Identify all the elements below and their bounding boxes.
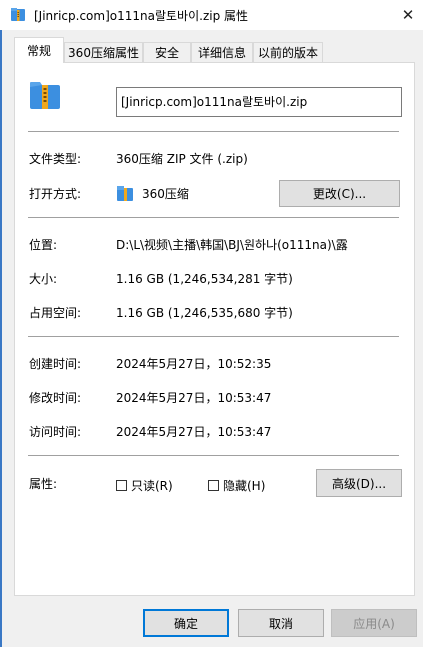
- close-button[interactable]: ✕: [393, 0, 423, 30]
- file-name-input[interactable]: [Jinricp.com]o111na랄토바이.zip: [116, 87, 402, 117]
- separator: [28, 217, 399, 218]
- location-label: 位置:: [29, 238, 58, 252]
- size-on-disk-label: 占用空间:: [29, 306, 82, 320]
- apply-button-label: 应用(A): [353, 616, 395, 631]
- general-tab-panel: [14, 62, 415, 596]
- tab-360-zip-properties[interactable]: 360压缩属性: [64, 42, 143, 62]
- 360-zip-app-icon: [117, 186, 133, 201]
- ok-button[interactable]: 确定: [143, 609, 229, 637]
- separator: [28, 131, 399, 132]
- title-bar: [Jinricp.com]o111na랄토바이.zip 属性 ✕: [0, 0, 423, 30]
- created-value: 2024年5月27日，10:52:35: [116, 357, 272, 371]
- size-on-disk-value: 1.16 GB (1,246,535,680 字节): [116, 306, 293, 320]
- tab-security[interactable]: 安全: [143, 42, 191, 62]
- opens-with-value: 360压缩: [142, 187, 189, 201]
- file-type-value: 360压缩 ZIP 文件 (.zip): [116, 152, 248, 166]
- opens-with-label: 打开方式:: [29, 187, 82, 201]
- zip-archive-icon: [11, 8, 25, 21]
- accessed-value: 2024年5月27日，10:53:47: [116, 425, 272, 439]
- checkbox-box[interactable]: [208, 480, 219, 491]
- file-type-label: 文件类型:: [29, 152, 82, 166]
- hidden-checkbox[interactable]: 隐藏(H): [208, 477, 265, 494]
- tab-label: 常规: [26, 44, 51, 58]
- size-value: 1.16 GB (1,246,534,281 字节): [116, 272, 293, 286]
- attributes-label: 属性:: [29, 477, 58, 491]
- readonly-checkbox[interactable]: 只读(R): [116, 477, 173, 494]
- modified-value: 2024年5月27日，10:53:47: [116, 391, 272, 405]
- accessed-label: 访问时间:: [29, 425, 82, 439]
- advanced-button[interactable]: 高级(D)...: [316, 469, 402, 497]
- separator: [28, 336, 399, 337]
- size-label: 大小:: [29, 272, 58, 286]
- cancel-button[interactable]: 取消: [238, 609, 324, 637]
- tab-general[interactable]: 常规: [14, 37, 64, 63]
- close-icon: ✕: [401, 6, 415, 24]
- separator: [28, 455, 399, 456]
- change-button[interactable]: 更改(C)...: [279, 180, 400, 207]
- tab-label: 360压缩属性: [68, 46, 139, 60]
- advanced-button-label: 高级(D)...: [331, 476, 387, 491]
- tab-label: 安全: [154, 46, 179, 60]
- checkbox-box[interactable]: [116, 480, 127, 491]
- tab-label: 详细信息: [197, 46, 246, 60]
- ok-button-label: 确定: [173, 616, 198, 631]
- hidden-label: 隐藏(H): [223, 479, 266, 493]
- readonly-label: 只读(R): [131, 479, 173, 493]
- window-edge: [0, 30, 2, 647]
- window-title: [Jinricp.com]o111na랄토바이.zip 属性: [34, 9, 249, 23]
- tab-previous-versions[interactable]: 以前的版本: [253, 42, 323, 62]
- modified-label: 修改时间:: [29, 391, 82, 405]
- zip-archive-icon: [30, 82, 60, 109]
- cancel-button-label: 取消: [268, 616, 293, 631]
- tab-details[interactable]: 详细信息: [191, 42, 253, 62]
- location-value: D:\L\视频\主播\韩国\BJ\원하나(o111na)\露: [116, 238, 348, 252]
- change-button-label: 更改(C)...: [312, 187, 367, 201]
- tab-label: 以前的版本: [257, 46, 318, 60]
- apply-button[interactable]: 应用(A): [331, 609, 417, 637]
- created-label: 创建时间:: [29, 357, 82, 371]
